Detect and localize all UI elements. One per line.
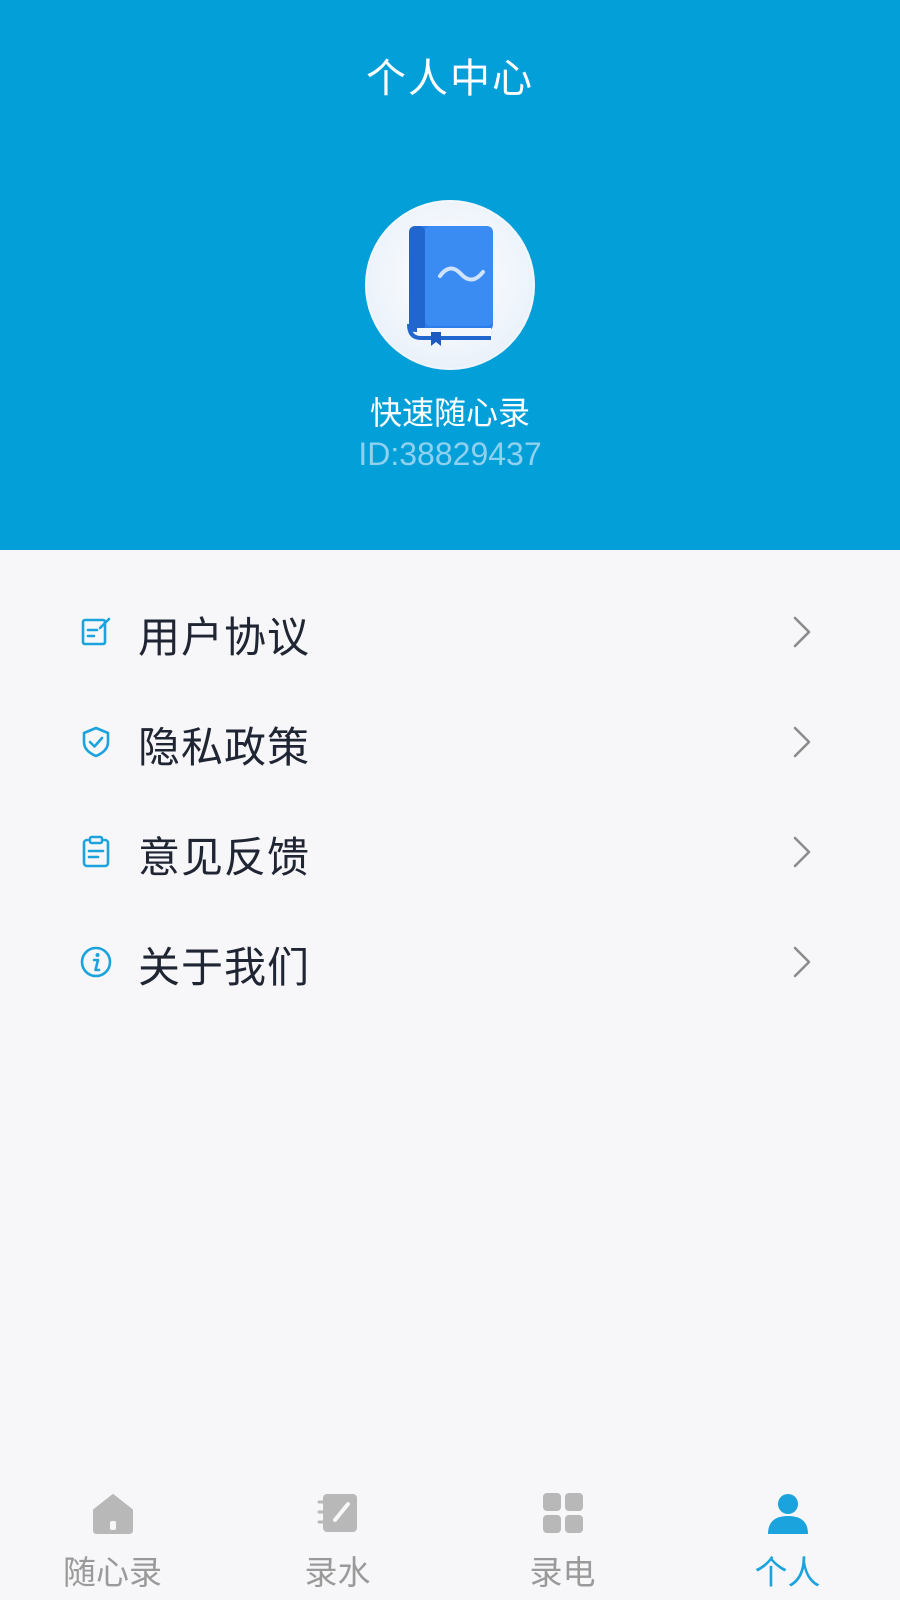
grid-icon <box>543 1493 583 1533</box>
menu-item-feedback[interactable]: 意见反馈 <box>0 798 900 908</box>
tab-label: 录电 <box>529 1553 596 1592</box>
menu-item-label: 用户协议 <box>138 613 311 662</box>
tab-home[interactable]: 随心录 <box>0 1470 225 1600</box>
book-icon <box>407 226 493 346</box>
personal-center-page: 个人中心 快速随心录 ID:38829437 用户协议 隐私政策 意见反馈 关于… <box>0 0 900 1600</box>
tab-electric[interactable]: 录电 <box>450 1470 675 1600</box>
edit-document-icon <box>81 617 111 646</box>
person-icon <box>768 1494 808 1534</box>
avatar[interactable] <box>365 200 535 370</box>
info-icon <box>80 946 112 978</box>
menu-item-label: 意见反馈 <box>138 833 311 882</box>
profile-header: 个人中心 快速随心录 ID:38829437 <box>0 0 900 550</box>
tab-label: 录水 <box>304 1553 371 1592</box>
tab-label: 个人 <box>754 1553 821 1592</box>
settings-menu: 用户协议 隐私政策 意见反馈 关于我们 <box>0 578 900 1018</box>
chevron-right-icon <box>793 616 811 648</box>
menu-item-about-us[interactable]: 关于我们 <box>0 908 900 1018</box>
menu-item-label: 隐私政策 <box>138 723 311 772</box>
bottom-tab-bar: 随心录 录水 录电 个人 <box>0 1470 900 1600</box>
page-title: 个人中心 <box>366 56 534 102</box>
profile-name: 快速随心录 <box>369 394 530 432</box>
tab-label: 随心录 <box>63 1553 162 1592</box>
chevron-right-icon <box>793 836 811 868</box>
chevron-right-icon <box>793 946 811 978</box>
menu-item-privacy-policy[interactable]: 隐私政策 <box>0 688 900 798</box>
tab-water[interactable]: 录水 <box>225 1470 450 1600</box>
profile-id: ID:38829437 <box>358 436 542 472</box>
menu-item-user-agreement[interactable]: 用户协议 <box>0 578 900 688</box>
shield-check-icon <box>82 726 110 758</box>
notebook-pen-icon <box>317 1494 357 1532</box>
chevron-right-icon <box>793 726 811 758</box>
clipboard-icon <box>82 835 110 868</box>
home-icon <box>93 1494 133 1534</box>
tab-personal[interactable]: 个人 <box>675 1470 900 1600</box>
menu-item-label: 关于我们 <box>138 943 311 992</box>
